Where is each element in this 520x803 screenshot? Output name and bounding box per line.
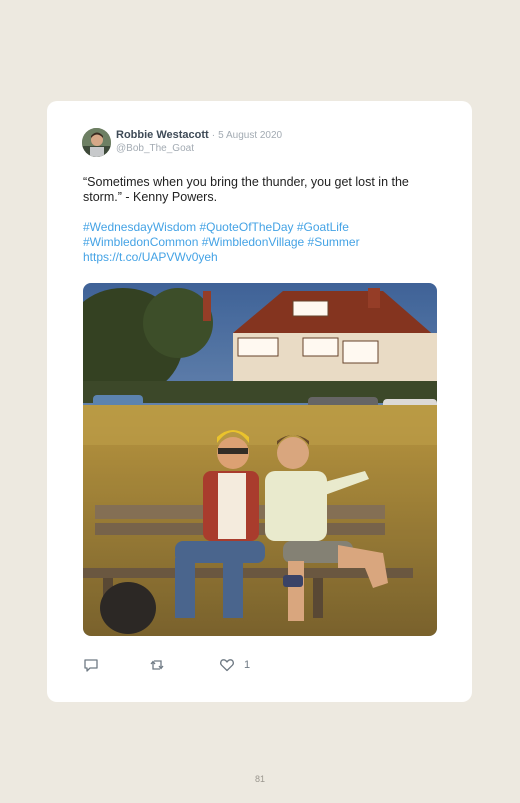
retweet-icon [150,660,164,670]
reply-icon [84,659,98,672]
like-button[interactable]: 1 [219,657,250,673]
hashtag-line[interactable]: #WimbledonCommon #WimbledonVillage #Summ… [83,235,443,250]
tweet-actions: 1 [83,657,283,675]
tweet-link[interactable]: https://t.co/UAPVWv0yeh [83,250,443,265]
author-handle[interactable]: @Bob_The_Goat [116,143,194,155]
tweet-text: “Sometimes when you bring the thunder, y… [83,175,409,204]
hashtag-line[interactable]: #WednesdayWisdom #QuoteOfTheDay #GoatLif… [83,220,443,235]
tweet-hashtags: #WednesdayWisdom #QuoteOfTheDay #GoatLif… [83,220,443,265]
author-avatar[interactable] [82,128,111,157]
photo-image [83,283,437,636]
header-separator: · [211,130,216,141]
tweet-card: Robbie Westacott · 5 August 2020 @Bob_Th… [47,101,472,702]
heart-icon [220,659,234,672]
retweet-button[interactable] [149,657,165,673]
reply-button[interactable] [83,657,99,673]
tweet-date[interactable]: 5 August 2020 [218,130,282,141]
tweet-photo[interactable] [83,283,437,636]
avatar-image [82,128,111,157]
tweet-header: Robbie Westacott · 5 August 2020 [116,129,282,142]
page-number: 81 [254,774,265,784]
author-name[interactable]: Robbie Westacott [116,129,209,141]
like-count: 1 [244,659,251,671]
